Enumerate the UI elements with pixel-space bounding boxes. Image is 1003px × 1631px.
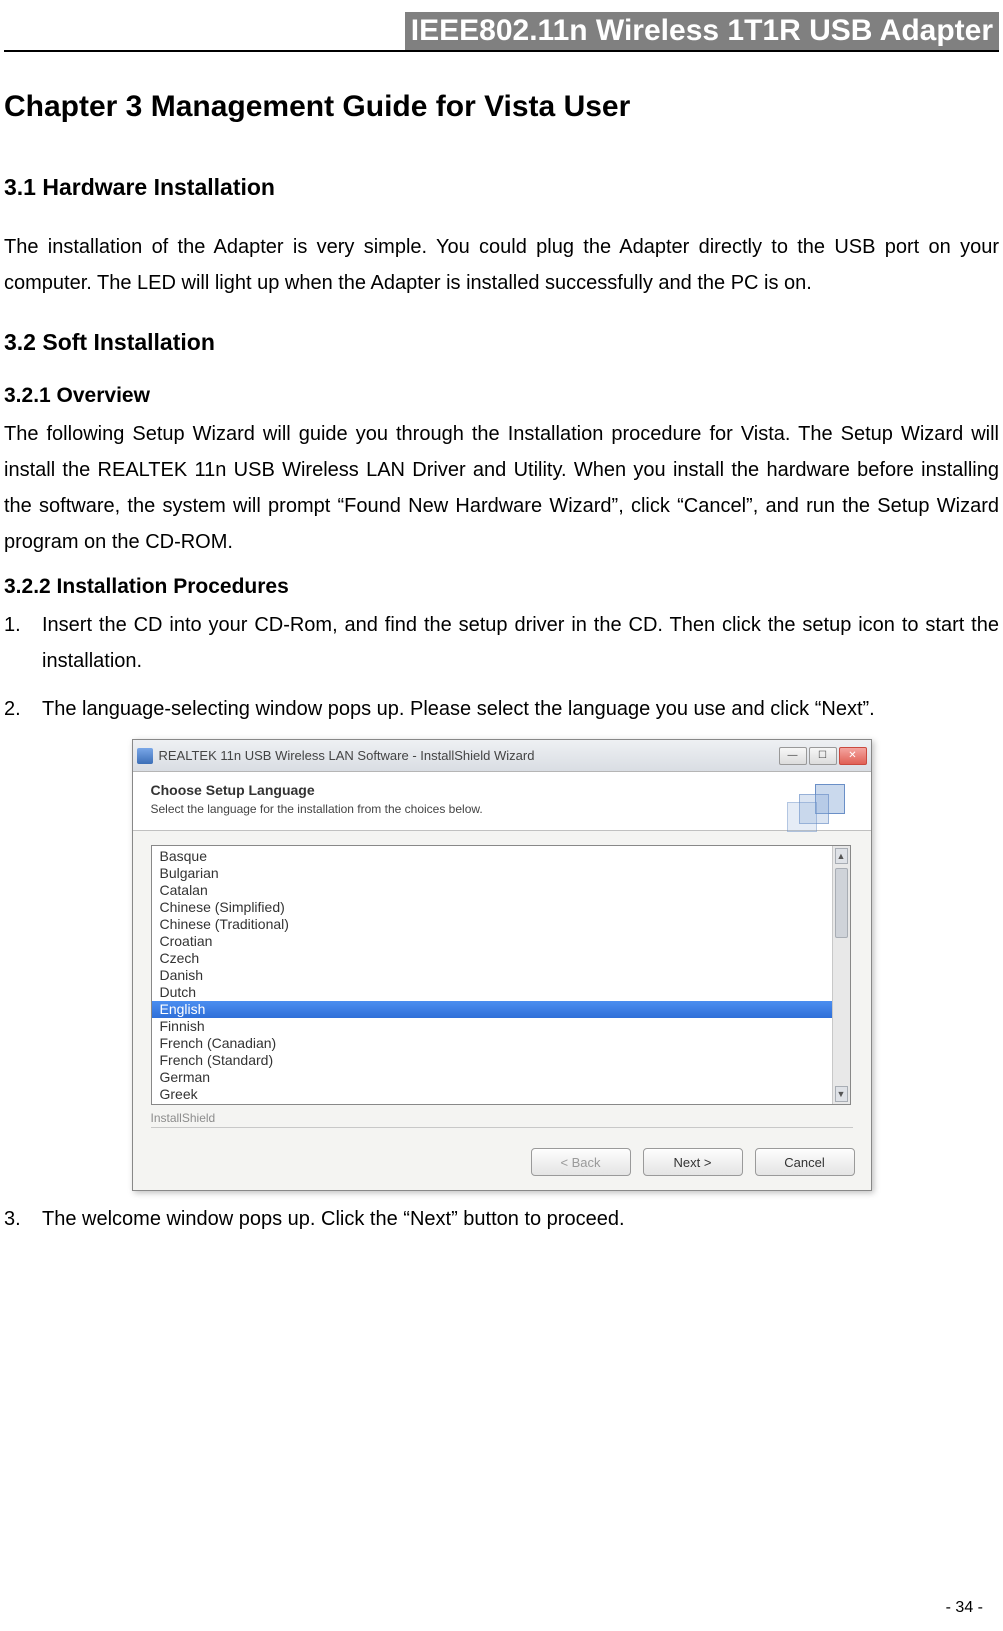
installshield-label: InstallShield [151,1111,216,1125]
list-item: 2. The language-selecting window pops up.… [4,691,999,727]
language-option[interactable]: Danish [152,967,850,984]
scroll-up-icon[interactable]: ▲ [835,848,848,864]
dialog-title: REALTEK 11n USB Wireless LAN Software - … [159,748,535,763]
language-option[interactable]: Greek [152,1086,850,1103]
section-3-1-title: 3.1 Hardware Installation [4,174,999,201]
list-item: 3. The welcome window pops up. Click the … [4,1201,999,1237]
language-option[interactable]: Chinese (Traditional) [152,916,850,933]
language-option[interactable]: Catalan [152,882,850,899]
language-option[interactable]: Finnish [152,1018,850,1035]
step-text: The welcome window pops up. Click the “N… [42,1208,625,1230]
dialog-footer: < Back Next > Cancel [133,1138,871,1190]
back-button[interactable]: < Back [531,1148,631,1176]
minimize-button[interactable]: — [779,747,807,765]
language-option[interactable]: Basque [152,848,850,865]
dialog-header: Choose Setup Language Select the languag… [133,772,871,831]
language-option[interactable]: French (Standard) [152,1052,850,1069]
scroll-thumb[interactable] [835,868,848,938]
installshield-dialog: REALTEK 11n USB Wireless LAN Software - … [132,739,872,1191]
document-header-banner: IEEE802.11n Wireless 1T1R USB Adapter [405,12,999,52]
next-button[interactable]: Next > [643,1148,743,1176]
dialog-titlebar: REALTEK 11n USB Wireless LAN Software - … [133,740,871,772]
section-3-2-2-title: 3.2.2 Installation Procedures [4,575,999,599]
app-icon [137,748,153,764]
language-listbox[interactable]: BasqueBulgarianCatalanChinese (Simplifie… [151,845,851,1105]
section-3-1-body: The installation of the Adapter is very … [4,229,999,301]
installshield-label-row: InstallShield [151,1105,853,1130]
language-option[interactable]: Croatian [152,933,850,950]
titlebar-left: REALTEK 11n USB Wireless LAN Software - … [137,748,535,764]
chapter-title: Chapter 3 Management Guide for Vista Use… [4,90,999,124]
language-option[interactable]: Bulgarian [152,865,850,882]
dialog-body: BasqueBulgarianCatalanChinese (Simplifie… [133,831,871,1138]
screenshot-dialog-wrapper: REALTEK 11n USB Wireless LAN Software - … [4,739,999,1191]
list-item: 1. Insert the CD into your CD-Rom, and fi… [4,607,999,679]
scrollbar[interactable]: ▲ ▼ [832,846,850,1104]
language-option[interactable]: Dutch [152,984,850,1001]
step-number: 2. [4,691,21,727]
close-button[interactable]: ✕ [839,747,867,765]
section-3-2-1-title: 3.2.1 Overview [4,384,999,408]
step-number: 3. [4,1201,21,1237]
window-controls: — ☐ ✕ [779,747,867,765]
maximize-button[interactable]: ☐ [809,747,837,765]
installation-steps-cont: 3. The welcome window pops up. Click the … [4,1201,999,1237]
header-graphic [787,780,859,828]
cancel-button[interactable]: Cancel [755,1148,855,1176]
section-3-2-1-body: The following Setup Wizard will guide yo… [4,416,999,560]
page-content: Chapter 3 Management Guide for Vista Use… [4,70,999,1249]
scroll-down-icon[interactable]: ▼ [835,1086,848,1102]
section-3-2-title: 3.2 Soft Installation [4,329,999,356]
language-option[interactable]: English [152,1001,850,1018]
dialog-subheading: Select the language for the installation… [151,802,853,816]
language-option[interactable]: Czech [152,950,850,967]
header-underline [4,50,999,52]
step-text: The language-selecting window pops up. P… [42,698,875,720]
language-option[interactable]: German [152,1069,850,1086]
language-option[interactable]: Chinese (Simplified) [152,899,850,916]
step-number: 1. [4,607,21,643]
page-number: - 34 - [946,1599,983,1617]
step-text: Insert the CD into your CD-Rom, and find… [42,614,999,672]
installation-steps: 1. Insert the CD into your CD-Rom, and fi… [4,607,999,727]
dialog-heading: Choose Setup Language [151,782,853,798]
language-option[interactable]: French (Canadian) [152,1035,850,1052]
